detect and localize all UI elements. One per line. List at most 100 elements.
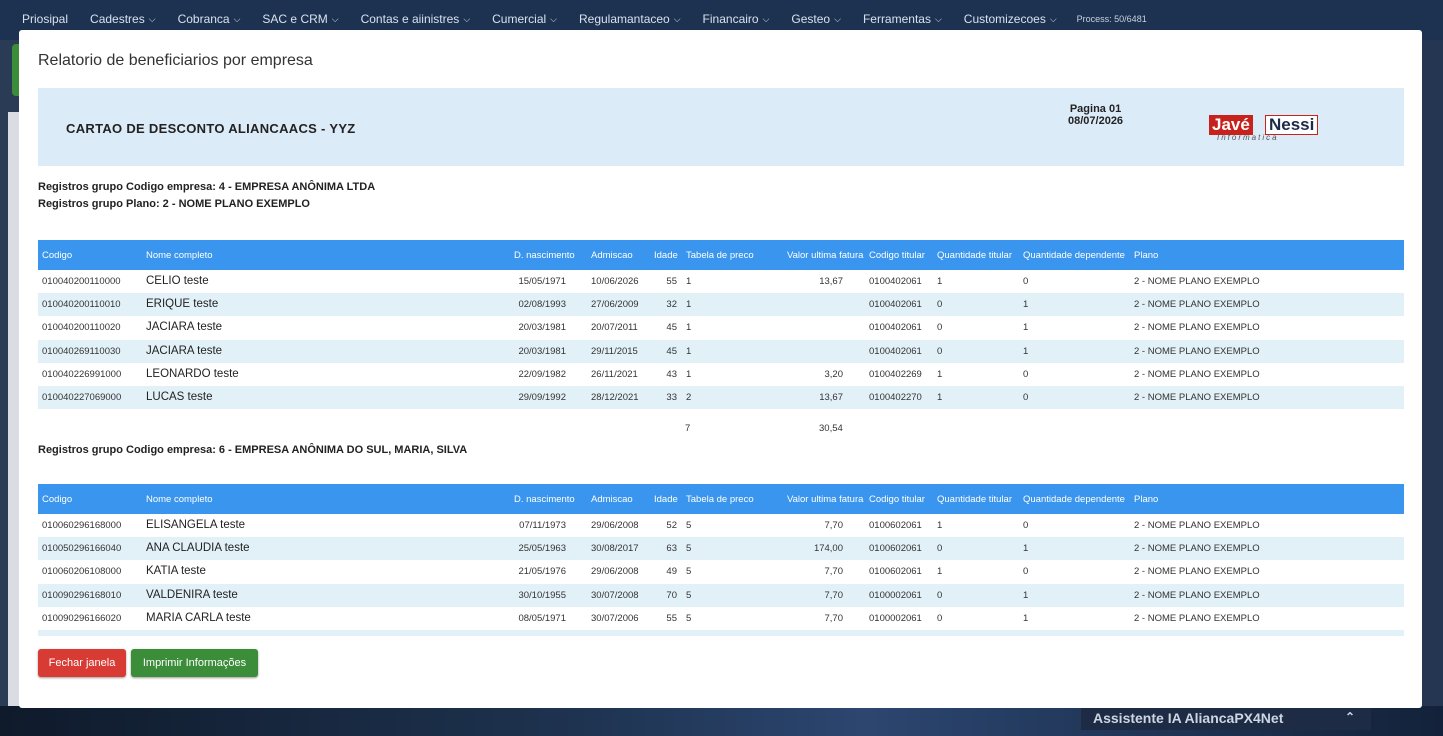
- cell-tabela: 1: [686, 276, 692, 287]
- chevron-down-icon: ⌵: [148, 13, 156, 24]
- chevron-down-icon: ⌵: [1049, 13, 1057, 24]
- col-tabela-header[interactable]: Tabela de preco: [686, 250, 754, 261]
- col-qtd-dependente-header[interactable]: Quantidade dependente: [1023, 250, 1125, 261]
- table-row[interactable]: 010040226991000 LEONARDO teste 22/09/1982 2…: [38, 363, 1404, 386]
- process-indicator: Process: 50/6481: [1076, 14, 1147, 24]
- chevron-down-icon: ⌵: [463, 13, 471, 24]
- table-row[interactable]: 010060296168000 ELISANGELA teste 07/11/197…: [38, 514, 1404, 537]
- cell-qtd-titular: 0: [937, 345, 943, 357]
- cell-qtd-dependente: 1: [1023, 589, 1029, 601]
- nav-item-regulamentacao[interactable]: Regulamantaceo ⌵: [579, 12, 681, 26]
- cell-tabela: 5: [686, 589, 692, 601]
- cell-tabela: 1: [686, 299, 692, 311]
- cell-valor: 174,00: [813, 543, 843, 555]
- cell-qtd-dependente: 1: [1023, 543, 1029, 555]
- cell-qtd-dependente: 0: [1023, 520, 1029, 531]
- cell-qtd-dependente: 1: [1023, 322, 1029, 334]
- cell-qtd-dependente: 1: [1023, 299, 1029, 311]
- col-plano-header[interactable]: Plano: [1134, 250, 1158, 261]
- cell-valor: 3,20: [824, 368, 844, 380]
- table-row[interactable]: 010090296168010 VALDENIRA teste 30/10/1955…: [38, 583, 1404, 607]
- cell-valor: 7,70: [824, 589, 844, 601]
- cell-tabela: 5: [686, 543, 692, 555]
- group1-total-value: 30,54: [819, 423, 843, 434]
- col-idade-header[interactable]: Idade: [654, 250, 678, 261]
- cell-tabela: 5: [686, 566, 692, 578]
- table-row[interactable]: 010040200110000 CELIO teste 15/05/1971 10/0…: [38, 270, 1404, 293]
- table-row[interactable]: 010060206108000 KATIA teste 21/05/1976 29/0…: [38, 560, 1404, 583]
- col-qtd-dependente-header[interactable]: Quantidade dependente: [1023, 494, 1125, 505]
- chevron-up-icon[interactable]: ⌃: [1345, 710, 1355, 724]
- nav-item-cadastros[interactable]: Cadestres ⌵: [90, 12, 156, 26]
- col-nascimento-header[interactable]: D. nascimento: [514, 494, 575, 505]
- cell-nascimento: 15/05/1971: [518, 276, 566, 287]
- nav-item-contas[interactable]: Contas e aiinistres ⌵: [361, 12, 471, 26]
- table-row[interactable]: 010090296166020 MARIA CARLA teste 08/05/19…: [38, 607, 1404, 630]
- nav-item-ferramentas[interactable]: Ferramentas ⌵: [863, 12, 942, 26]
- cell-idade: 63: [666, 543, 677, 555]
- beneficiaries-table-group1: Codigo Nome completo D. nascimento Admiscao…: [38, 240, 1404, 410]
- col-nascimento-header[interactable]: D. nascimento: [514, 250, 575, 261]
- company-logo: Javé Nessi Informatica: [1209, 115, 1326, 142]
- cell-nome: VALDENIRA teste: [146, 588, 238, 601]
- cell-tabela: 1: [686, 322, 692, 334]
- cell-qtd-titular: 0: [937, 322, 943, 334]
- group1-total-count: 7: [685, 423, 691, 434]
- cell-plano: 2 - NOME PLANO EXEMPLO: [1134, 368, 1260, 380]
- col-codigo-titular-header[interactable]: Codigo titular: [869, 250, 925, 261]
- beneficiaries-table-group2: Codigo Nome completo D. nascimento Admiscao…: [38, 484, 1404, 636]
- col-nome-header[interactable]: Nome completo: [146, 494, 213, 505]
- col-nome-header[interactable]: Nome completo: [146, 250, 213, 261]
- nav-label: Financairo: [702, 12, 759, 26]
- cell-nascimento: 02/08/1993: [518, 299, 566, 311]
- col-valor-header[interactable]: Valor ultima fatura: [787, 494, 863, 505]
- nav-item-cobranca[interactable]: Cobranca ⌵: [178, 12, 241, 26]
- report-title: CARTAO DE DESCONTO ALIANCAACS - YYZ: [66, 121, 356, 136]
- cell-qtd-titular: 1: [937, 520, 943, 531]
- col-tabela-header[interactable]: Tabela de preco: [686, 494, 754, 505]
- nav-label: Customizecoes: [963, 12, 1046, 26]
- nav-label: SAC e CRM: [262, 12, 328, 26]
- col-codigo-titular-header[interactable]: Codigo titular: [869, 494, 925, 505]
- col-idade-header[interactable]: Idade: [654, 494, 678, 505]
- table-row[interactable]: 010050296166040 ANA CLAUDIA teste 25/05/19…: [38, 537, 1404, 561]
- chevron-down-icon: ⌵: [550, 13, 557, 24]
- cell-codigo-titular: 0100402061: [869, 299, 922, 311]
- close-window-button[interactable]: Fechar janela: [38, 649, 126, 677]
- table-row[interactable]: 010040269110030 JACIARA teste 20/03/1981 29…: [38, 339, 1404, 363]
- chevron-down-icon: ⌵: [233, 13, 241, 24]
- table-row[interactable]: 010040200110020 JACIARA teste 20/03/1981 20…: [38, 316, 1404, 339]
- cell-codigo: 010050296166040: [42, 543, 122, 555]
- nav-item-financeiro[interactable]: Financairo ⌵: [703, 12, 770, 26]
- col-qtd-titular-header[interactable]: Quantidade titular: [937, 494, 1012, 505]
- col-admissao-header[interactable]: Admiscao: [591, 250, 633, 261]
- col-codigo-header[interactable]: Codigo: [42, 494, 72, 505]
- nav-item-sac-crm[interactable]: SAC e CRM ⌵: [262, 12, 338, 26]
- cell-nome: ELISANGELA teste: [146, 519, 246, 531]
- cell-idade: 70: [666, 589, 677, 601]
- cell-plano: 2 - NOME PLANO EXEMPLO: [1134, 543, 1260, 555]
- table-row[interactable]: 010040200110010 ERIQUE teste 02/08/1993 27/…: [38, 293, 1404, 317]
- col-codigo-header[interactable]: Codigo: [42, 250, 72, 261]
- nav-label: Contas e aiinistres: [360, 12, 460, 26]
- cell-qtd-dependente: 1: [1023, 612, 1029, 624]
- nav-label: Cadestres: [90, 12, 145, 26]
- nav-label: Gesteo: [791, 12, 831, 26]
- cell-codigo-titular: 0100402061: [869, 322, 922, 334]
- cell-idade: 45: [666, 345, 677, 357]
- col-plano-header[interactable]: Plano: [1134, 494, 1158, 505]
- col-qtd-titular-header[interactable]: Quantidade titular: [937, 250, 1012, 261]
- assistant-panel-toggle[interactable]: Assistente IA AliancaPX4Net ⌃: [1081, 706, 1371, 730]
- cell-admissao: 10/06/2026: [591, 276, 639, 287]
- nav-item-customizacoes[interactable]: Customizecoes ⌵: [964, 12, 1057, 26]
- table-row[interactable]: 010040227069000 LUCAS teste 29/09/1992 28/1…: [38, 385, 1404, 410]
- col-admissao-header[interactable]: Admiscao: [591, 494, 633, 505]
- cell-qtd-dependente: 0: [1023, 368, 1029, 380]
- col-valor-header[interactable]: Valor ultima fatura: [787, 250, 863, 261]
- nav-item-comercial[interactable]: Cumercial ⌵: [492, 12, 557, 26]
- chevron-down-icon: ⌵: [934, 13, 942, 24]
- nav-item-gestao[interactable]: Gesteo ⌵: [791, 12, 841, 26]
- cell-nome: LUCAS teste: [146, 390, 213, 403]
- nav-item-principal[interactable]: Priosipal: [22, 12, 68, 26]
- print-info-button[interactable]: Imprimir Informações: [131, 649, 258, 677]
